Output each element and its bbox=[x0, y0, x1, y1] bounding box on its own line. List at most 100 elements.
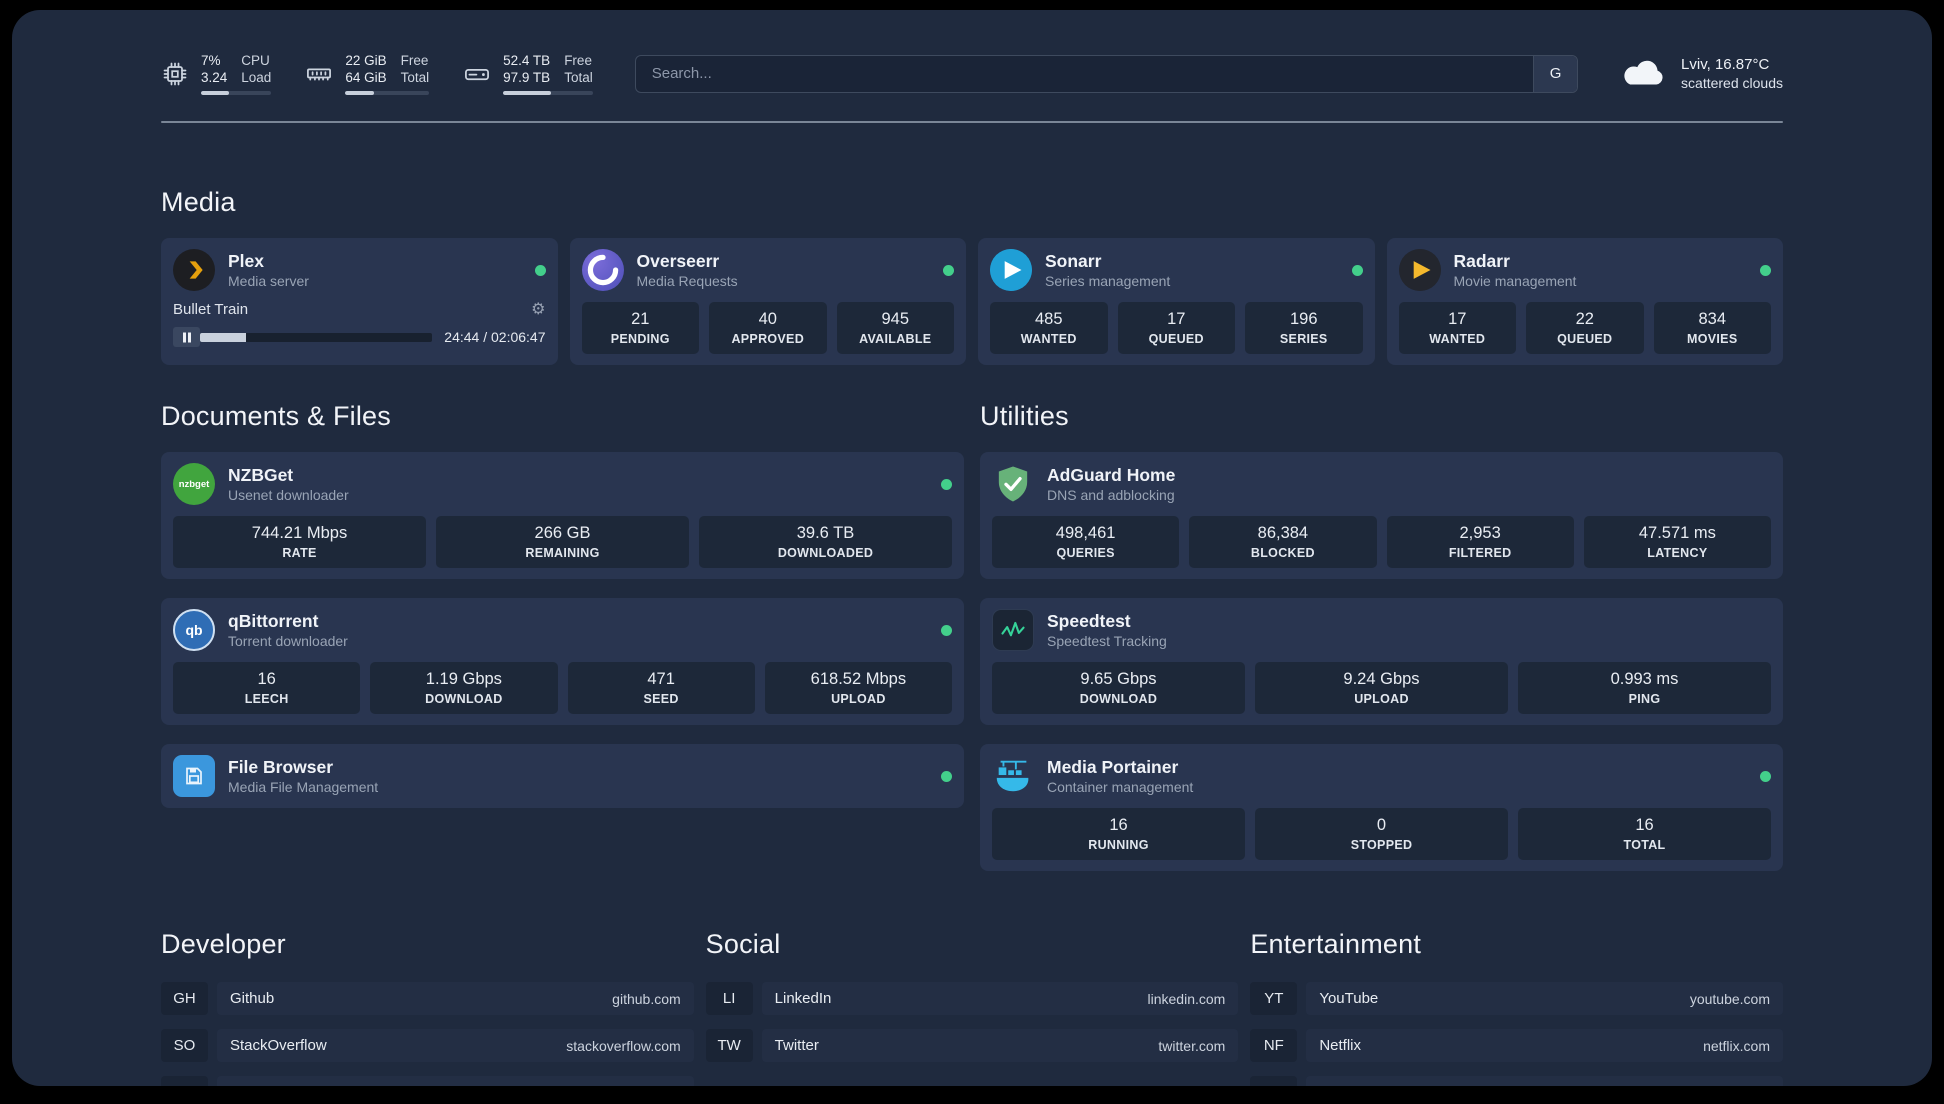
stat-label: REMAINING bbox=[525, 546, 600, 560]
load-label: Load bbox=[241, 70, 272, 85]
portainer-card[interactable]: Media Portainer Container management 16 … bbox=[980, 744, 1783, 871]
app-name: Speedtest bbox=[1047, 610, 1131, 631]
cpu-load-value: 3.24 bbox=[201, 70, 228, 85]
app-subtitle: Series management bbox=[1045, 272, 1171, 289]
stat-value: 21 bbox=[631, 310, 650, 328]
bookmark-abbr: RE bbox=[1250, 1076, 1298, 1086]
bookmark-name: Github bbox=[230, 990, 275, 1007]
stat-label: TOTAL bbox=[1623, 838, 1666, 852]
disk-icon bbox=[463, 60, 491, 88]
stat-value: 618.52 Mbps bbox=[810, 670, 907, 688]
nzbget-icon: nzbget bbox=[173, 463, 215, 505]
bookmark-abbr: DT bbox=[161, 1076, 208, 1086]
stat-tile: 834 MOVIES bbox=[1653, 302, 1771, 354]
memory-icon bbox=[305, 60, 333, 88]
app-name: Radarr bbox=[1453, 250, 1510, 271]
stat-tile: 39.6 TB DOWNLOADED bbox=[699, 516, 952, 568]
now-playing-title: Bullet Train bbox=[173, 301, 249, 318]
stat-label: PING bbox=[1628, 692, 1661, 706]
bookmark-reddit[interactable]: RE Reddit reddit.com bbox=[1250, 1076, 1783, 1086]
status-dot bbox=[1760, 264, 1771, 276]
stat-tile: 196 SERIES bbox=[1245, 302, 1363, 354]
stat-label: DOWNLOADED bbox=[777, 546, 874, 560]
cpu-percent: 7% bbox=[201, 53, 221, 68]
stat-label: QUEUED bbox=[1148, 332, 1204, 346]
search-engine-button[interactable]: G bbox=[1533, 55, 1578, 92]
stat-tile: 9.24 Gbps UPLOAD bbox=[1255, 662, 1508, 714]
portainer-icon bbox=[992, 755, 1034, 797]
app-subtitle: Container management bbox=[1047, 778, 1194, 795]
stat-value: 471 bbox=[647, 670, 675, 688]
stat-tile: 47.571 ms LATENCY bbox=[1583, 516, 1771, 568]
qbittorrent-icon: qb bbox=[173, 609, 215, 651]
stat-label: STOPPED bbox=[1350, 838, 1413, 852]
disk-usage-bar bbox=[503, 91, 593, 95]
pause-button[interactable] bbox=[173, 327, 200, 347]
stat-value: 0 bbox=[1376, 816, 1387, 834]
speedtest-card[interactable]: Speedtest Speedtest Tracking 9.65 Gbps D… bbox=[980, 598, 1783, 725]
search-input[interactable] bbox=[635, 55, 1534, 92]
cloud-icon bbox=[1620, 57, 1668, 91]
stat-label: SERIES bbox=[1279, 332, 1328, 346]
stat-label: APPROVED bbox=[731, 332, 805, 346]
stat-value: 16 bbox=[1635, 816, 1654, 834]
stat-tile: 22 QUEUED bbox=[1526, 302, 1644, 354]
plex-now-playing: Bullet Train ⚙ 24:44 / 02:06:47 bbox=[173, 301, 546, 347]
bookmark-twitter[interactable]: TW Twitter twitter.com bbox=[705, 1029, 1239, 1062]
bookmark-name: Reddit bbox=[1319, 1084, 1362, 1086]
bookmark-name: LinkedIn bbox=[774, 990, 832, 1007]
qbittorrent-icon-text: qb bbox=[185, 622, 203, 638]
bookmark-abbr: YT bbox=[1250, 982, 1298, 1015]
stat-label: UPLOAD bbox=[831, 692, 886, 706]
stat-value: 498,461 bbox=[1055, 524, 1116, 542]
stat-tile: 498,461 QUERIES bbox=[992, 516, 1180, 568]
filebrowser-card[interactable]: File Browser Media File Management bbox=[161, 744, 964, 808]
qbittorrent-card[interactable]: qb qBittorrent Torrent downloader 16 LEE… bbox=[161, 598, 964, 725]
stat-label: MOVIES bbox=[1687, 332, 1738, 346]
cpu-icon bbox=[161, 60, 189, 88]
bookmark-github[interactable]: GH Github github.com bbox=[161, 982, 694, 1015]
adguard-icon bbox=[992, 463, 1034, 505]
stat-value: 1.19 Gbps bbox=[425, 670, 502, 688]
media-section-title: Media bbox=[161, 187, 236, 217]
stat-tile: 744.21 Mbps RATE bbox=[173, 516, 426, 568]
stat-tile: 485 WANTED bbox=[990, 302, 1108, 354]
stat-tile: 17 QUEUED bbox=[1117, 302, 1235, 354]
stat-tile: 86,384 BLOCKED bbox=[1189, 516, 1377, 568]
bookmark-abbr: GH bbox=[161, 982, 208, 1015]
app-subtitle: Media Requests bbox=[636, 272, 738, 289]
app-subtitle: Movie management bbox=[1453, 272, 1577, 289]
entertainment-section-title: Entertainment bbox=[1250, 929, 1422, 959]
status-dot bbox=[943, 264, 954, 276]
memory-total-value: 64 GiB bbox=[345, 70, 387, 85]
plex-card[interactable]: Plex Media server Bullet Train ⚙ 24:44 /… bbox=[161, 238, 558, 365]
speedtest-icon bbox=[992, 609, 1034, 651]
app-subtitle: DNS and adblocking bbox=[1047, 486, 1175, 503]
adguard-card[interactable]: AdGuard Home DNS and adblocking 498,461 … bbox=[980, 452, 1783, 579]
app-subtitle: Media server bbox=[228, 272, 309, 289]
app-name: Media Portainer bbox=[1047, 756, 1179, 777]
stat-label: DOWNLOAD bbox=[425, 692, 503, 706]
cpu-usage-bar bbox=[201, 91, 272, 95]
bookmark-dev[interactable]: DT DEV dev.to bbox=[161, 1076, 694, 1086]
stat-value: 9.65 Gbps bbox=[1080, 670, 1157, 688]
stat-value: 86,384 bbox=[1257, 524, 1309, 542]
bookmark-netflix[interactable]: NF Netflix netflix.com bbox=[1250, 1029, 1783, 1062]
media-grid: Plex Media server Bullet Train ⚙ 24:44 /… bbox=[161, 238, 1783, 365]
weather-location: Lviv, 16.87°C bbox=[1681, 55, 1770, 73]
app-name: NZBGet bbox=[228, 464, 294, 485]
bookmark-youtube[interactable]: YT YouTube youtube.com bbox=[1250, 982, 1783, 1015]
bookmark-abbr: SO bbox=[161, 1029, 208, 1062]
stat-tile: 21 PENDING bbox=[581, 302, 699, 354]
sonarr-card[interactable]: Sonarr Series management 485 WANTED 17 Q… bbox=[978, 238, 1375, 365]
overseerr-card[interactable]: Overseerr Media Requests 21 PENDING 40 A… bbox=[569, 238, 966, 365]
nzbget-card[interactable]: nzbget NZBGet Usenet downloader 744.21 M… bbox=[161, 452, 964, 579]
bookmark-linkedin[interactable]: LI LinkedIn linkedin.com bbox=[705, 982, 1239, 1015]
memory-total-label: Total bbox=[400, 70, 430, 85]
seek-bar[interactable] bbox=[200, 332, 433, 342]
radarr-card[interactable]: Radarr Movie management 17 WANTED 22 QUE… bbox=[1386, 238, 1783, 365]
bookmark-stackoverflow[interactable]: SO StackOverflow stackoverflow.com bbox=[161, 1029, 694, 1062]
disk-free-value: 52.4 TB bbox=[503, 53, 551, 68]
stat-label: RUNNING bbox=[1088, 838, 1149, 852]
gear-icon[interactable]: ⚙ bbox=[531, 301, 545, 318]
